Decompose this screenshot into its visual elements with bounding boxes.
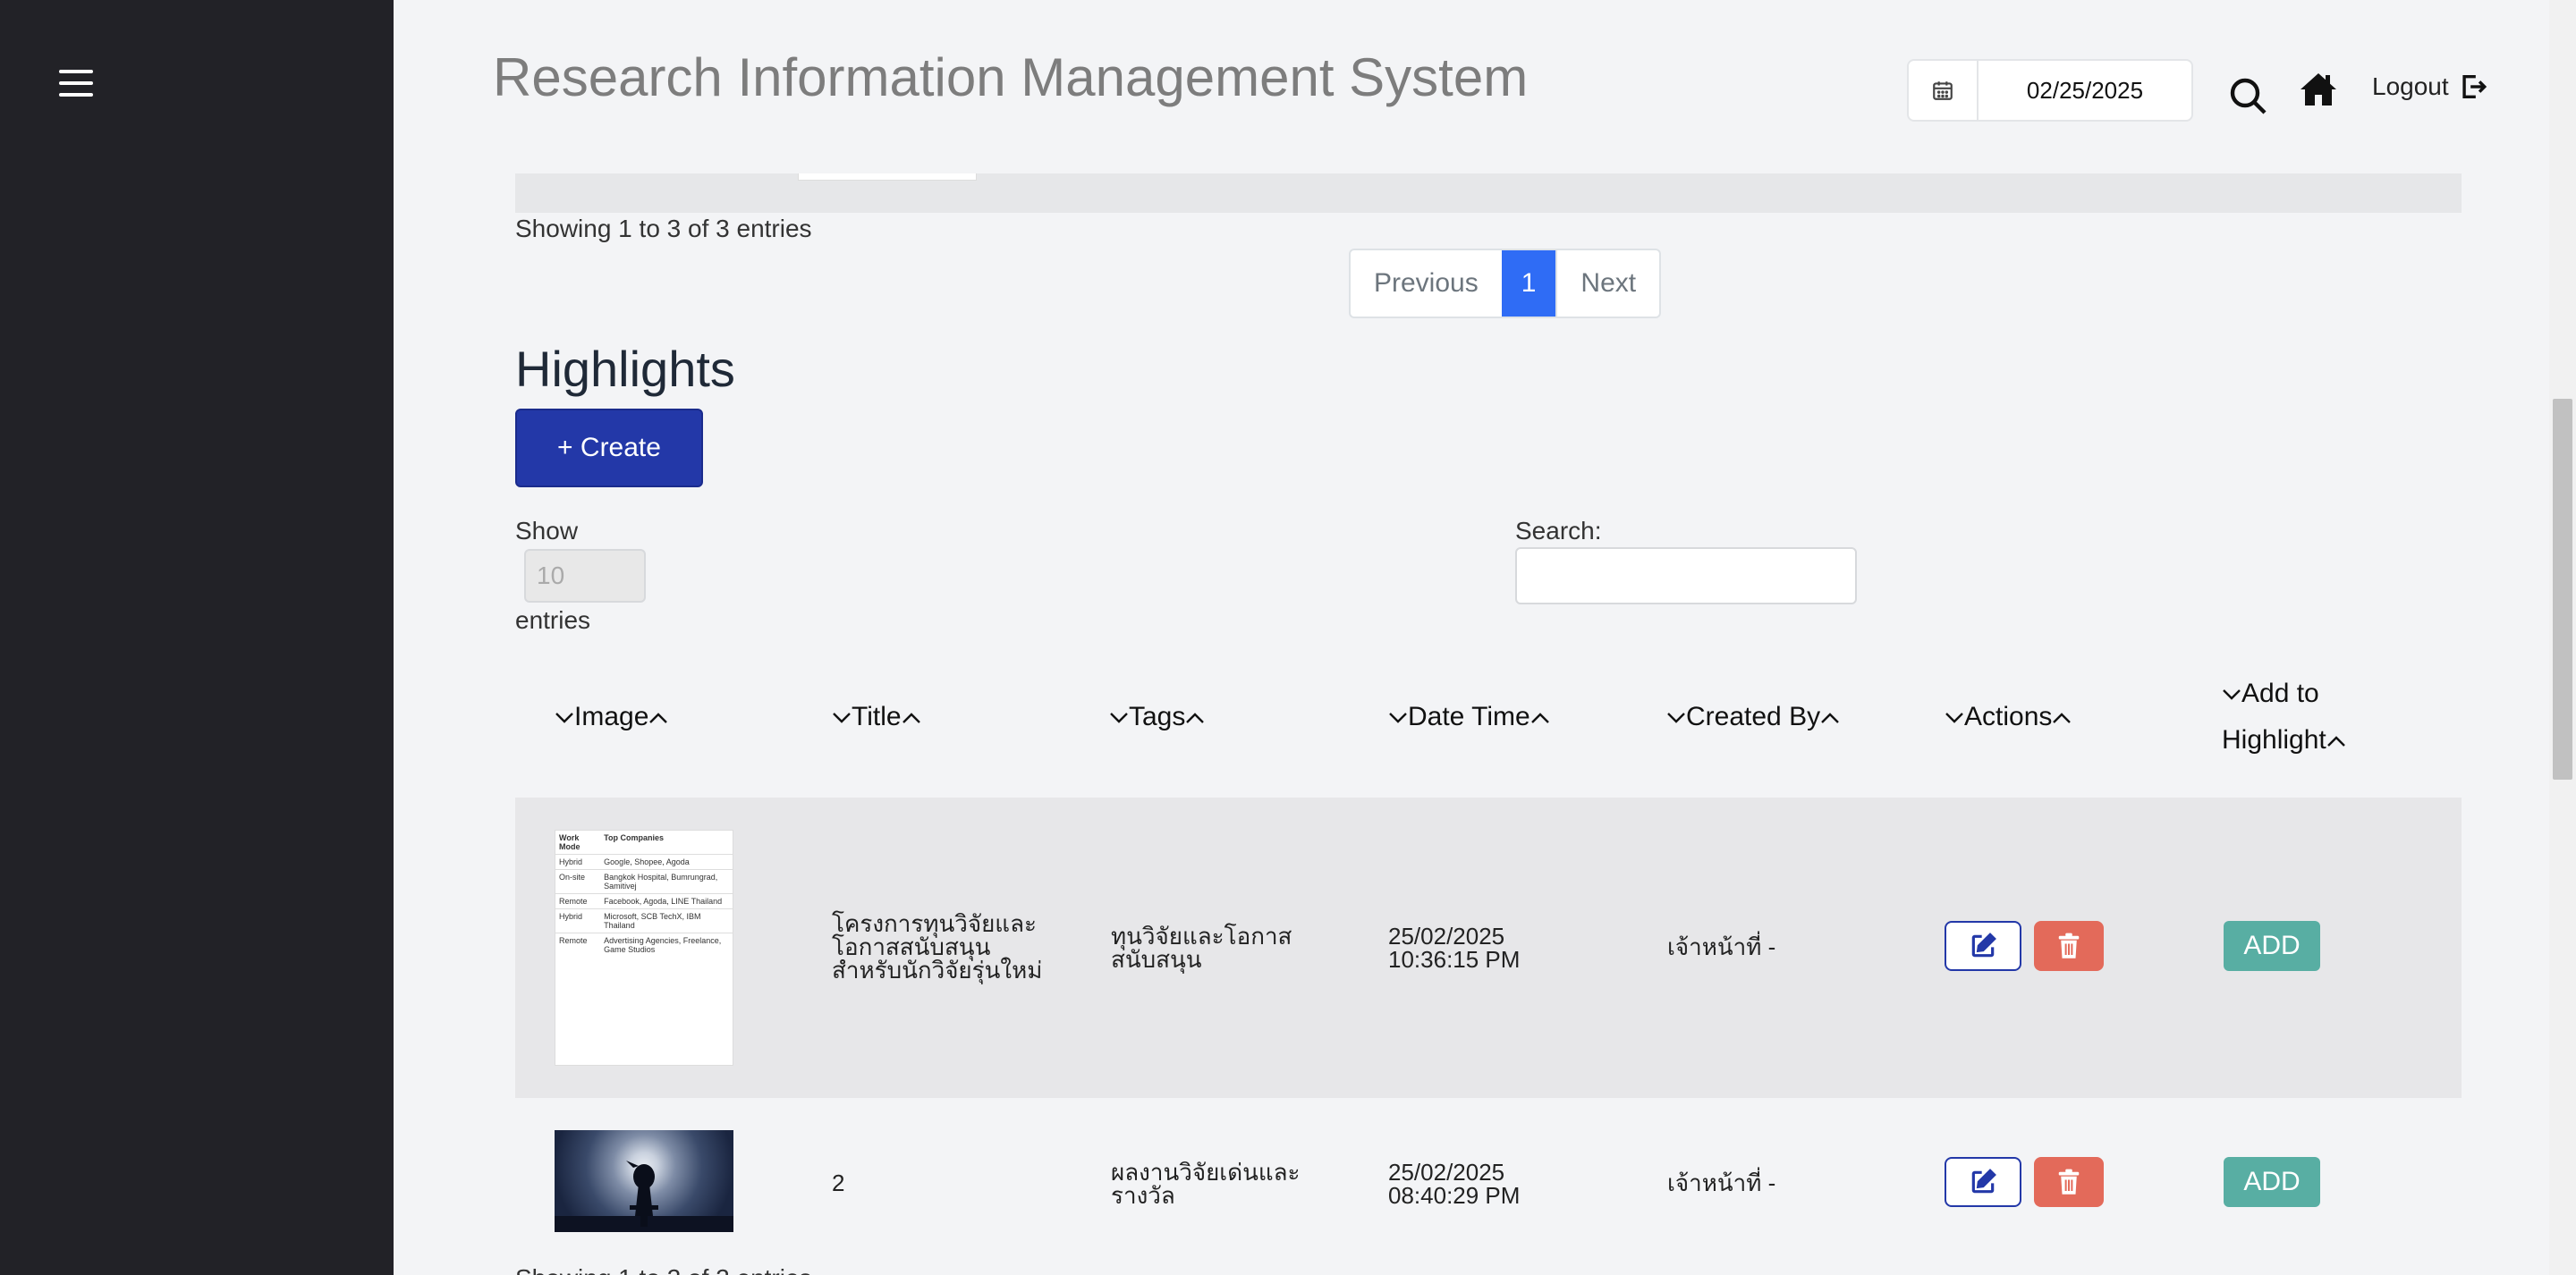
table-row: Work Mode Top Companies Hybrid Google, S… <box>515 798 2462 1098</box>
previous-table-last-row <box>515 173 2462 213</box>
app-title: Research Information Management System <box>493 47 1529 107</box>
entries-label: entries <box>515 606 591 634</box>
sort-desc-icon <box>1667 713 1685 723</box>
sort-asc-icon <box>1530 713 1549 723</box>
row-title: 2 <box>832 1169 845 1196</box>
pagination-next[interactable]: Next <box>1555 250 1659 317</box>
edit-icon <box>1971 933 1996 958</box>
trash-icon <box>2058 933 2080 958</box>
scrollbar-thumb[interactable] <box>2553 399 2572 780</box>
previous-table-info: Showing 1 to 3 of 3 entries <box>515 215 812 242</box>
create-button[interactable]: + Create <box>515 409 703 487</box>
logout-label: Logout <box>2372 72 2449 100</box>
search-input[interactable] <box>1515 547 1857 604</box>
main-content: Research Information Management System 0… <box>394 0 2549 1275</box>
row-tags: ทุนวิจัยและโอกาส สนับสนุน <box>1111 923 1292 973</box>
sort-asc-icon <box>2326 736 2345 747</box>
sort-asc-icon <box>1186 713 1205 723</box>
search-icon[interactable] <box>2227 75 2274 122</box>
date-value[interactable]: 02/25/2025 <box>1979 61 2191 120</box>
sort-asc-icon <box>902 713 920 723</box>
hamburger-menu-icon[interactable] <box>59 70 93 97</box>
edit-button[interactable] <box>1945 1157 2021 1207</box>
sort-desc-icon <box>833 713 851 723</box>
table-row: 2 ผลงานวิจัยเด่นและ รางวัล 25/02/2025 08… <box>515 1098 2462 1262</box>
sort-desc-icon <box>1945 713 1963 723</box>
row-thumbnail: Work Mode Top Companies Hybrid Google, S… <box>555 830 733 1066</box>
row-title: โครงการทุนวิจัยและ โอกาสสนับสนุน สำหรับน… <box>832 910 1043 984</box>
sort-asc-icon <box>1821 713 1839 723</box>
home-icon[interactable] <box>2297 68 2343 114</box>
page-length-select[interactable]: 10 <box>524 549 646 603</box>
pagination: Previous 1 Next <box>1349 249 1662 318</box>
pagination-page-1[interactable]: 1 <box>1501 250 1556 317</box>
column-header-actions[interactable]: Actions <box>1945 694 2072 740</box>
sort-desc-icon <box>1389 713 1407 723</box>
edit-icon <box>1971 1169 1996 1194</box>
delete-button[interactable] <box>2034 1157 2104 1207</box>
date-picker[interactable]: 02/25/2025 <box>1907 59 2193 122</box>
page-scrollbar[interactable] <box>2549 0 2576 1275</box>
column-header-created-by[interactable]: Created By <box>1666 694 1840 740</box>
sort-desc-icon <box>555 713 573 723</box>
sort-asc-icon <box>649 713 668 723</box>
logout-button[interactable]: Logout <box>2372 72 2488 102</box>
trash-icon <box>2058 1169 2080 1195</box>
column-header-image[interactable]: Image <box>555 694 668 740</box>
sort-desc-icon <box>1110 713 1128 723</box>
column-header-datetime[interactable]: Date Time <box>1388 694 1550 740</box>
row-thumbnail <box>555 1130 733 1232</box>
row-created-by: เจ้าหน้าที่ - <box>1667 1169 1776 1196</box>
previous-row-thumbnail <box>798 173 977 181</box>
column-header-title[interactable]: Title <box>832 694 921 740</box>
search-label: Search: <box>1515 517 1602 545</box>
highlights-title: Highlights <box>515 341 735 397</box>
row-created-by: เจ้าหน้าที่ - <box>1667 933 1776 960</box>
sort-desc-icon <box>2223 689 2241 700</box>
edit-button[interactable] <box>1945 921 2021 971</box>
highlights-table-info: Showing 1 to 2 of 2 entries <box>515 1264 812 1275</box>
show-label: Show <box>515 517 579 545</box>
silhouette-image <box>555 1161 733 1232</box>
row-datetime: 25/02/2025 10:36:15 PM <box>1388 923 1521 973</box>
delete-button[interactable] <box>2034 921 2104 971</box>
sidebar <box>0 0 394 1275</box>
column-header-add-to-highlight[interactable]: Add to Highlight <box>2222 671 2346 764</box>
add-to-highlight-button[interactable]: ADD <box>2224 1157 2320 1207</box>
row-tags: ผลงานวิจัยเด่นและ รางวัล <box>1111 1159 1301 1209</box>
pagination-previous[interactable]: Previous <box>1351 250 1502 317</box>
column-header-tags[interactable]: Tags <box>1109 694 1205 740</box>
add-to-highlight-button[interactable]: ADD <box>2224 921 2320 971</box>
sort-asc-icon <box>2053 713 2072 723</box>
calendar-icon[interactable] <box>1909 61 1979 120</box>
row-datetime: 25/02/2025 08:40:29 PM <box>1388 1159 1521 1209</box>
logout-icon <box>2462 74 2487 99</box>
